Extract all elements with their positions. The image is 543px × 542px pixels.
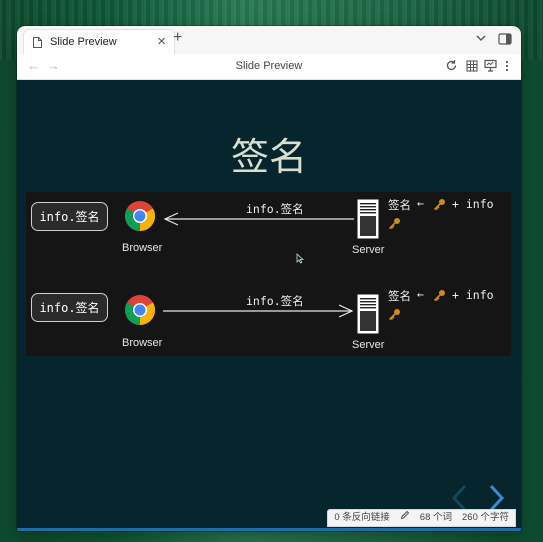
payload-box: info.签名 bbox=[31, 202, 108, 231]
nav-bar: ← → Slide Preview bbox=[17, 54, 521, 80]
payload-box: info.签名 bbox=[31, 293, 108, 322]
key-icon bbox=[388, 217, 401, 235]
presentation-icon[interactable] bbox=[484, 59, 497, 77]
chrome-icon bbox=[124, 200, 156, 237]
close-tab-icon[interactable]: × bbox=[157, 33, 166, 50]
server-label: Server bbox=[352, 244, 385, 256]
word-count: 68 个词 bbox=[419, 512, 452, 523]
document-icon bbox=[32, 36, 43, 54]
chevron-down-icon[interactable] bbox=[475, 31, 487, 49]
client-label: Browser bbox=[122, 242, 163, 254]
chrome-icon bbox=[124, 294, 156, 331]
key-icon bbox=[433, 198, 446, 216]
sidebar-toggle-icon[interactable] bbox=[498, 32, 512, 50]
grid-icon[interactable] bbox=[466, 59, 478, 77]
mouse-cursor-icon bbox=[296, 251, 305, 269]
reload-icon[interactable] bbox=[445, 59, 458, 77]
backlinks-count[interactable]: 0 条反向链接 bbox=[334, 510, 389, 526]
arrow-label: info.签名 bbox=[246, 202, 304, 216]
tab-slide-preview[interactable]: Slide Preview × bbox=[23, 29, 175, 54]
formula-rest: + info bbox=[452, 197, 494, 211]
key-icon bbox=[433, 289, 446, 307]
client-label: Browser bbox=[122, 337, 163, 349]
arrow-label: info.签名 bbox=[246, 294, 304, 308]
tab-bar: Slide Preview × + bbox=[17, 26, 521, 54]
left-arrow-glyph: ← bbox=[417, 287, 424, 301]
slide-title: 签名 bbox=[230, 135, 307, 179]
progress-line bbox=[17, 528, 521, 531]
server-label: Server bbox=[352, 339, 385, 351]
formula-rest: + info bbox=[452, 288, 494, 302]
tab-label: Slide Preview bbox=[50, 36, 117, 48]
new-tab-button[interactable]: + bbox=[173, 29, 182, 47]
server-icon bbox=[357, 294, 379, 339]
status-bar: 0 条反向链接 68 个词 260 个字符 bbox=[327, 509, 516, 527]
signature-text: 签名 bbox=[388, 198, 411, 212]
preview-window: Slide Preview × + ← → Slide Preview 签名 i… bbox=[17, 26, 521, 531]
key-icon bbox=[388, 308, 401, 326]
slide-content: 签名 info.签名 Browser info.签名 Server 签名 ← +… bbox=[17, 80, 521, 531]
server-icon bbox=[357, 199, 379, 244]
more-menu-icon[interactable] bbox=[505, 59, 509, 77]
left-arrow-glyph: ← bbox=[417, 196, 424, 210]
signature-diagram: info.签名 Browser info.签名 Server 签名 ← + in… bbox=[26, 192, 511, 356]
pencil-icon[interactable] bbox=[400, 510, 410, 526]
signature-text: 签名 bbox=[388, 289, 411, 303]
char-count: 260 个字符 bbox=[462, 512, 509, 523]
